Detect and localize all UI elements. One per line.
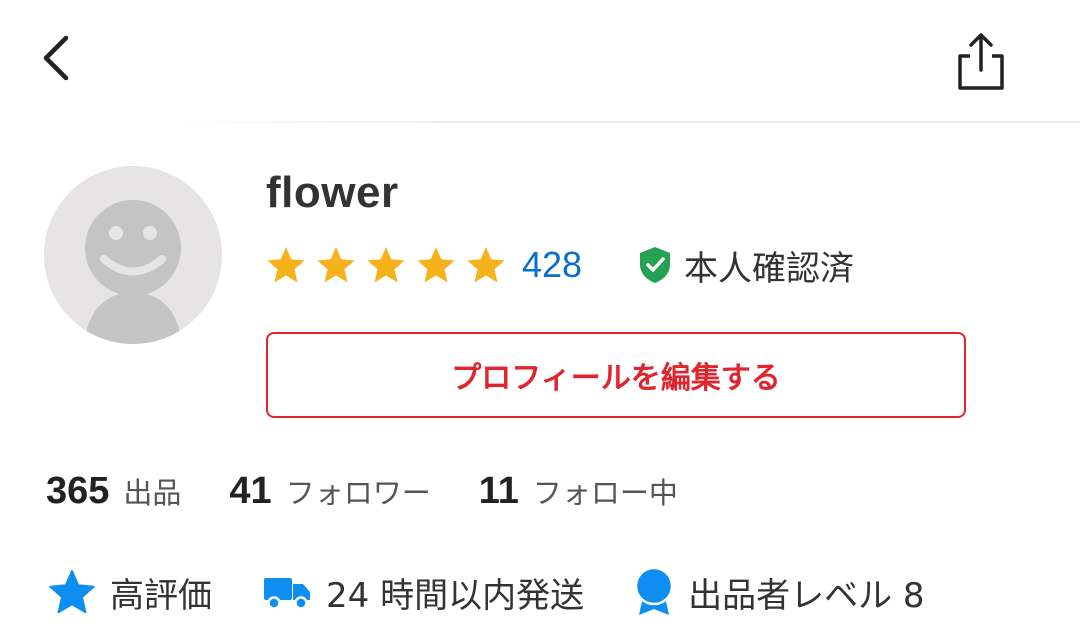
star-icon	[367, 247, 405, 283]
username: flower	[266, 168, 399, 217]
stat-value: 41	[229, 470, 272, 512]
star-rating	[266, 245, 516, 285]
edit-profile-button[interactable]: プロフィールを編集する	[266, 332, 966, 418]
rating[interactable]: 428	[266, 240, 582, 290]
badge-seller-level: 出品者レベル 8	[634, 567, 925, 617]
seller-badges: 高評価 24 時間以内発送 出品者レベル 8	[48, 564, 975, 620]
badge-fast-shipping: 24 時間以内発送	[262, 568, 584, 617]
default-avatar-icon	[44, 166, 222, 344]
verified-label: 本人確認済	[684, 248, 854, 289]
star-icon	[417, 247, 455, 283]
review-count[interactable]: 428	[522, 244, 582, 286]
badge-label: 高評価	[110, 575, 212, 616]
star-icon	[467, 247, 505, 283]
stat-value: 11	[478, 470, 519, 512]
back-button[interactable]	[36, 30, 80, 86]
identity-verified: 本人確認済	[638, 240, 854, 290]
star-icon	[317, 247, 355, 283]
shield-check-icon	[640, 247, 670, 283]
star-icon	[267, 247, 305, 283]
profile-stats: 365 出品 41 フォロワー 11 フォロー中	[46, 470, 726, 516]
stat-value: 365	[46, 470, 110, 512]
badge-label: 24 時間以内発送	[326, 575, 585, 616]
star-icon	[49, 570, 95, 614]
chevron-left-icon	[43, 35, 69, 81]
stat-followers[interactable]: 41 フォロワー	[229, 470, 430, 513]
badge-high-rating: 高評価	[48, 568, 212, 617]
edit-profile-label: プロフィールを編集する	[451, 361, 781, 396]
stat-listings[interactable]: 365 出品	[46, 470, 181, 513]
stat-label: フォロワー	[285, 476, 431, 510]
badge-label: 出品者レベル 8	[688, 575, 925, 616]
stat-following[interactable]: 11 フォロー中	[479, 470, 678, 513]
share-icon	[958, 33, 1004, 90]
avatar[interactable]	[44, 166, 222, 344]
medal-icon	[634, 567, 674, 615]
share-button[interactable]	[950, 30, 1012, 92]
header-divider	[180, 121, 1080, 123]
top-bar	[0, 0, 1080, 123]
truck-icon	[264, 578, 310, 610]
stat-label: 出品	[123, 476, 182, 510]
stat-label: フォロー中	[532, 476, 678, 510]
